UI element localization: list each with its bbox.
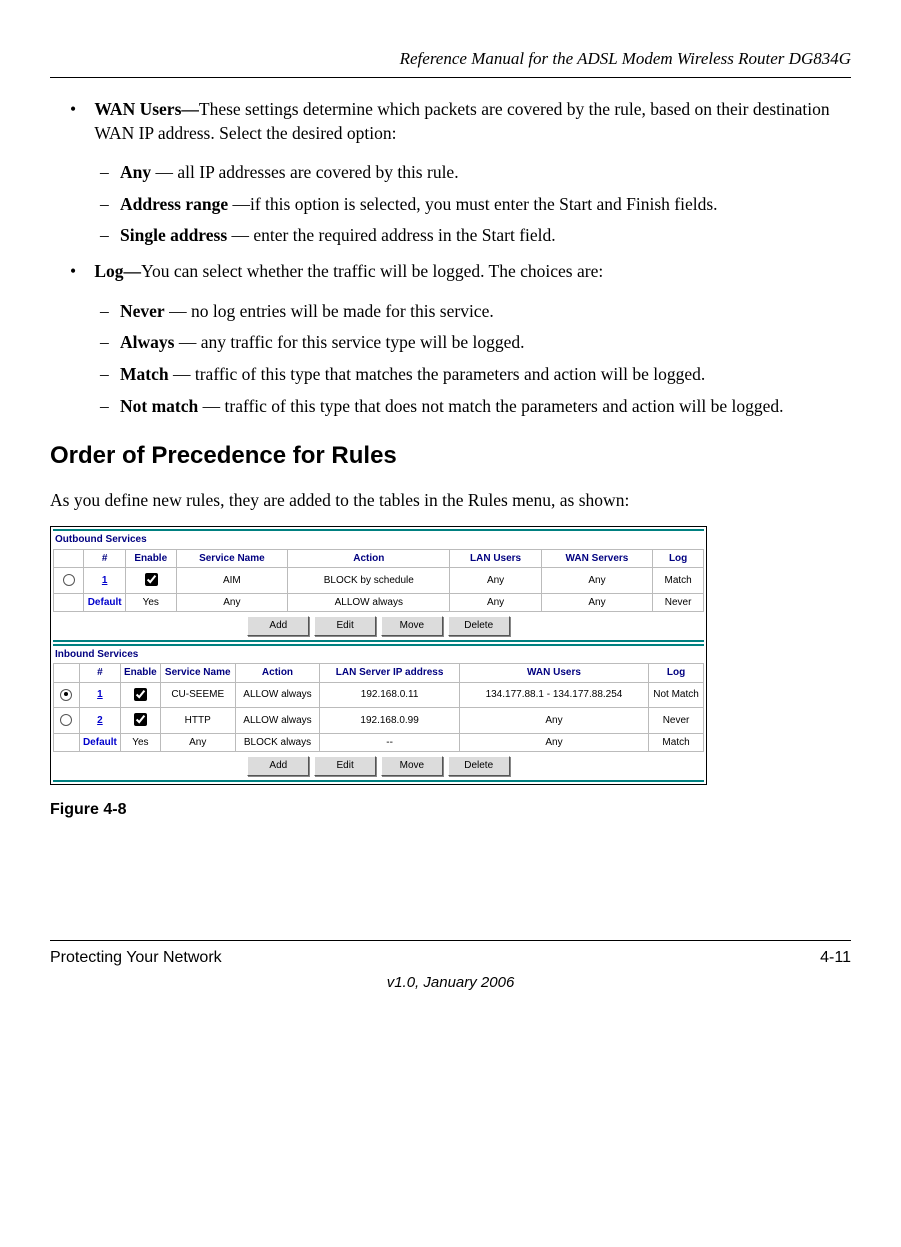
header-rule — [50, 77, 851, 78]
inbound-buttons: Add Edit Move Delete — [53, 752, 704, 780]
wan-any: –Any — all IP addresses are covered by t… — [100, 161, 851, 185]
table-row: 1 AIM BLOCK by schedule Any Any Match — [54, 568, 704, 594]
default-label: Default — [88, 597, 122, 608]
doc-header: Reference Manual for the ADSL Modem Wire… — [50, 48, 851, 71]
edit-button[interactable]: Edit — [314, 616, 376, 636]
wan-users-item: • WAN Users—These settings determine whi… — [70, 98, 851, 145]
wan-single: –Single address — enter the required add… — [100, 224, 851, 248]
footer-center: v1.0, January 2006 — [50, 973, 851, 993]
inbound-group: Inbound Services # Enable Service Name A… — [53, 644, 704, 782]
log-item: • Log—You can select whether the traffic… — [70, 260, 851, 284]
move-button[interactable]: Move — [381, 616, 443, 636]
row-radio[interactable] — [60, 689, 72, 701]
log-notmatch: –Not match — traffic of this type that d… — [100, 395, 851, 419]
outbound-head-row: # Enable Service Name Action LAN Users W… — [54, 549, 704, 568]
add-button[interactable]: Add — [247, 756, 309, 776]
wan-range: –Address range —if this option is select… — [100, 193, 851, 217]
delete-button[interactable]: Delete — [448, 616, 510, 636]
log-always: –Always — any traffic for this service t… — [100, 331, 851, 355]
default-label: Default — [83, 737, 117, 748]
enable-checkbox[interactable] — [134, 688, 147, 701]
delete-button[interactable]: Delete — [448, 756, 510, 776]
table-row: 1 CU-SEEME ALLOW always 192.168.0.11 134… — [54, 682, 704, 708]
rules-screenshot: Outbound Services # Enable Service Name … — [50, 526, 707, 785]
log-desc: You can select whether the traffic will … — [141, 261, 603, 281]
section-heading: Order of Precedence for Rules — [50, 440, 851, 472]
footer-right: 4-11 — [820, 947, 851, 969]
enable-checkbox[interactable] — [145, 573, 158, 586]
outbound-table: # Enable Service Name Action LAN Users W… — [53, 549, 704, 613]
inbound-title: Inbound Services — [53, 646, 704, 664]
log-match: –Match — traffic of this type that match… — [100, 363, 851, 387]
row-radio[interactable] — [60, 714, 72, 726]
wan-users-desc: These settings determine which packets a… — [94, 99, 829, 143]
enable-checkbox[interactable] — [134, 713, 147, 726]
inbound-table: # Enable Service Name Action LAN Server … — [53, 663, 704, 752]
table-row: Default Yes Any BLOCK always -- Any Matc… — [54, 733, 704, 752]
row-radio[interactable] — [63, 574, 75, 586]
add-button[interactable]: Add — [247, 616, 309, 636]
table-row: Default Yes Any ALLOW always Any Any Nev… — [54, 593, 704, 612]
wan-users-label: WAN Users— — [94, 99, 199, 119]
outbound-title: Outbound Services — [53, 531, 704, 549]
log-never: –Never — no log entries will be made for… — [100, 300, 851, 324]
inbound-head-row: # Enable Service Name Action LAN Server … — [54, 664, 704, 683]
edit-button[interactable]: Edit — [314, 756, 376, 776]
row-num-link[interactable]: 1 — [102, 575, 108, 586]
row-num-link[interactable]: 1 — [97, 689, 103, 700]
footer-left: Protecting Your Network — [50, 947, 222, 969]
figure-caption: Figure 4-8 — [50, 799, 851, 821]
page-footer: Protecting Your Network 4-11 v1.0, Janua… — [50, 940, 851, 993]
outbound-buttons: Add Edit Move Delete — [53, 612, 704, 640]
outbound-group: Outbound Services # Enable Service Name … — [53, 529, 704, 642]
log-label: Log— — [94, 261, 141, 281]
section-para: As you define new rules, they are added … — [50, 489, 851, 513]
table-row: 2 HTTP ALLOW always 192.168.0.99 Any Nev… — [54, 708, 704, 734]
row-num-link[interactable]: 2 — [97, 715, 103, 726]
move-button[interactable]: Move — [381, 756, 443, 776]
